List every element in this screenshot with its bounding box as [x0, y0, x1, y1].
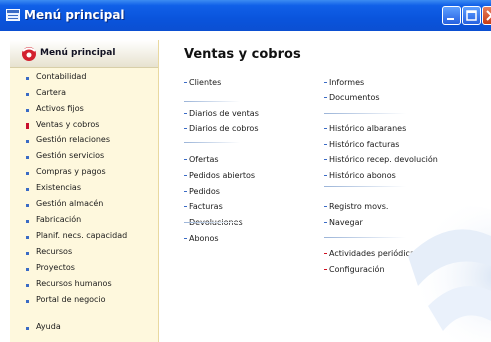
bullet-icon — [324, 222, 327, 223]
link-left[interactable]: Pedidos abiertos — [189, 171, 255, 180]
active-item-marker — [26, 123, 29, 129]
link-right[interactable]: Informes — [329, 78, 364, 87]
bullet-icon — [184, 159, 187, 160]
bullet-icon — [324, 206, 327, 207]
link-right[interactable]: Navegar — [329, 218, 363, 227]
sidebar-item[interactable]: Ventas y cobros — [36, 120, 99, 129]
bullet-icon — [26, 204, 29, 207]
sidebar-item[interactable]: Ayuda — [36, 322, 61, 331]
link-right[interactable]: Histórico recep. devolución — [329, 155, 438, 164]
sidebar-item[interactable]: Activos fijos — [36, 104, 84, 113]
sidebar-header: Menú principal — [10, 40, 158, 68]
sidebar-item[interactable]: Existencias — [36, 183, 81, 192]
bullet-icon — [26, 268, 29, 271]
close-icon — [486, 10, 491, 21]
bullet-icon — [324, 159, 327, 160]
divider — [324, 186, 406, 187]
bullet-icon — [26, 156, 29, 159]
divider — [324, 113, 406, 114]
divider — [184, 101, 240, 102]
sidebar-item[interactable]: Cartera — [36, 88, 66, 97]
link-left[interactable]: Facturas — [189, 202, 223, 211]
app-icon — [6, 9, 20, 21]
bullet-icon — [26, 220, 29, 223]
bullet-icon — [324, 144, 327, 145]
bullet-icon — [26, 109, 29, 112]
bullet-icon — [184, 175, 187, 176]
bullet-icon — [184, 238, 187, 239]
bullet-icon — [184, 191, 187, 192]
sidebar-item[interactable]: Gestión almacén — [36, 199, 103, 208]
bullet-icon — [26, 236, 29, 239]
sidebar-item[interactable]: Recursos — [36, 247, 72, 256]
arrow-icon — [324, 253, 327, 254]
main-menu-logo-icon — [22, 47, 36, 61]
bullet-icon — [184, 82, 187, 83]
sidebar-item[interactable]: Proyectos — [36, 263, 75, 272]
link-left[interactable]: Abonos — [189, 234, 219, 243]
bullet-icon — [184, 206, 187, 207]
link-right[interactable]: Histórico facturas — [329, 140, 399, 149]
bullet-icon — [26, 300, 29, 303]
maximize-icon — [466, 10, 477, 21]
arrow-icon — [324, 269, 327, 270]
bullet-icon — [26, 188, 29, 191]
link-right[interactable]: Histórico albaranes — [329, 124, 406, 133]
divider — [184, 142, 240, 143]
divider — [184, 222, 240, 223]
bullet-icon — [324, 175, 327, 176]
bullet-icon — [26, 172, 29, 175]
link-right[interactable]: Configuración — [329, 265, 385, 274]
window-title: Menú principal — [24, 8, 125, 22]
minimize-icon — [447, 18, 454, 20]
bullet-icon — [26, 140, 29, 143]
decorative-background-graphic — [398, 206, 491, 342]
sidebar-item[interactable]: Gestión relaciones — [36, 135, 110, 144]
sidebar-item[interactable]: Compras y pagos — [36, 167, 106, 176]
sidebar-item[interactable]: Contabilidad — [36, 72, 86, 81]
bullet-icon — [26, 252, 29, 255]
link-left[interactable]: Pedidos — [189, 187, 220, 196]
maximize-button[interactable] — [462, 6, 481, 25]
link-right[interactable]: Histórico abonos — [329, 171, 396, 180]
bullet-icon — [324, 128, 327, 129]
bullet-icon — [26, 93, 29, 96]
bullet-icon — [184, 113, 187, 114]
close-button[interactable] — [482, 6, 491, 25]
page-title: Ventas y cobros — [184, 47, 301, 62]
minimize-button[interactable] — [442, 6, 461, 25]
sidebar-header-label: Menú principal — [40, 48, 116, 58]
sidebar-item[interactable]: Gestión servicios — [36, 151, 104, 160]
bullet-icon — [26, 327, 29, 330]
bullet-icon — [324, 97, 327, 98]
link-right[interactable]: Documentos — [329, 93, 380, 102]
bullet-icon — [324, 82, 327, 83]
link-right[interactable]: Registro movs. — [329, 202, 388, 211]
sidebar-item[interactable]: Portal de negocio — [36, 295, 106, 304]
link-left[interactable]: Clientes — [189, 78, 221, 87]
bullet-icon — [26, 77, 29, 80]
title-bar: Menú principal — [0, 0, 491, 31]
link-left[interactable]: Diarios de ventas — [189, 109, 259, 118]
sidebar-item[interactable]: Recursos humanos — [36, 279, 112, 288]
sidebar-item[interactable]: Planif. necs. capacidad — [36, 231, 127, 240]
bullet-icon — [184, 128, 187, 129]
link-left[interactable]: Ofertas — [189, 155, 219, 164]
link-left[interactable]: Diarios de cobros — [189, 124, 259, 133]
sidebar: Menú principal Contabilidad Cartera Activo… — [10, 40, 159, 342]
sidebar-item[interactable]: Fabricación — [36, 215, 81, 224]
bullet-icon — [26, 284, 29, 287]
